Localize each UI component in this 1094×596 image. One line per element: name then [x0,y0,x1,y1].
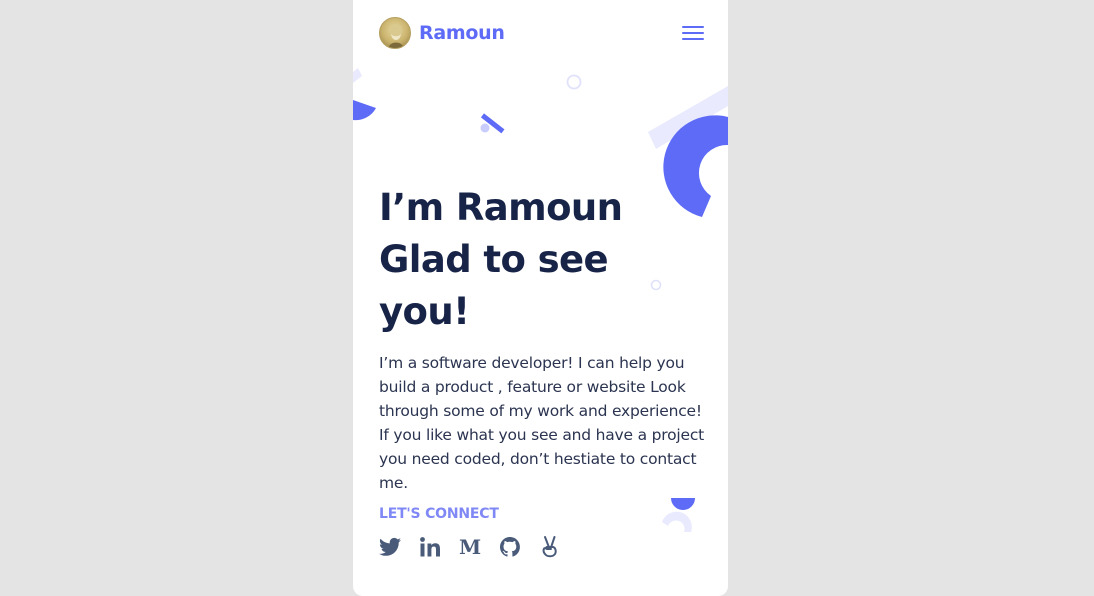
angellist-icon[interactable] [539,536,561,558]
phone-screen: Ramoun I’m Ramoun Glad to see you! I’m a… [353,0,728,596]
avatar [379,17,411,49]
brand-name: Ramoun [419,22,505,44]
svg-text:M: M [459,538,481,556]
social-links: M [379,536,561,558]
github-icon[interactable] [499,536,521,558]
linkedin-icon[interactable] [419,536,441,558]
headline-line-1: I’m Ramoun [379,186,623,229]
headline-line-2: Glad to see [379,238,609,281]
deco-half-circle-bottom [671,498,695,510]
deco-quarter-circle-left [353,100,376,121]
intro-text: I’m a software developer! I can help you… [379,354,705,492]
twitter-icon[interactable] [379,536,401,558]
medium-icon[interactable]: M [459,536,481,558]
deco-ring-top [566,74,582,90]
connect-label: LET'S CONNECT [379,506,499,522]
deco-dot-small [480,123,490,133]
top-bar: Ramoun [379,17,704,49]
brand[interactable]: Ramoun [379,17,505,49]
hero-headline: I’m Ramoun Glad to see you! [379,182,709,338]
deco-light-bar-left [353,68,362,83]
deco-light-arc-bottom [662,511,692,532]
headline-line-3: you! [379,290,470,333]
hamburger-menu-icon[interactable] [682,24,704,42]
